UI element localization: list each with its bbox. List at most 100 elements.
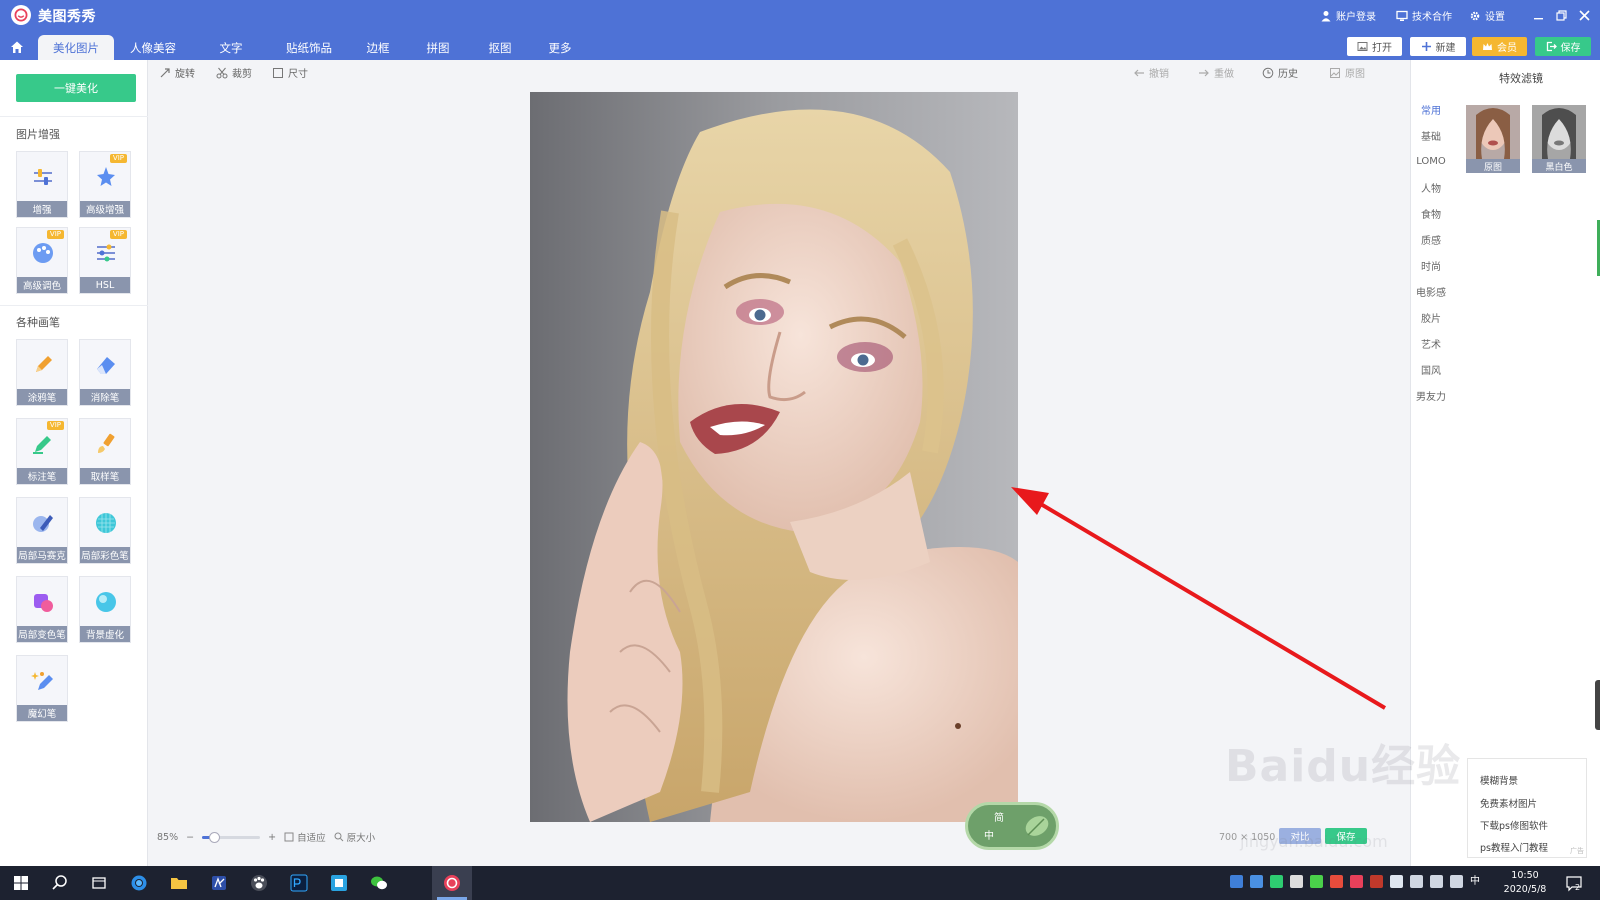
- tool-doodle-pen[interactable]: 涂鸦笔: [16, 339, 68, 406]
- tool-enhance[interactable]: 增强: [16, 151, 68, 218]
- zoom-slider-handle[interactable]: [208, 831, 220, 843]
- save-mini-button[interactable]: 保存: [1325, 828, 1367, 844]
- actual-size-button[interactable]: 原大小: [334, 830, 375, 844]
- size-label: 尺寸: [288, 69, 308, 80]
- tray-icon[interactable]: [1350, 875, 1363, 888]
- tray-shield-icon[interactable]: [1250, 875, 1263, 888]
- tray-icon[interactable]: [1370, 875, 1383, 888]
- ad-item[interactable]: 模糊背景: [1480, 773, 1518, 787]
- zoom-in-button[interactable]: +: [268, 832, 276, 843]
- search-button[interactable]: [47, 871, 73, 895]
- close-button[interactable]: [1574, 5, 1594, 25]
- settings-link[interactable]: 设置: [1469, 8, 1505, 23]
- taskbar-app-baidu[interactable]: [246, 871, 272, 895]
- crop-button[interactable]: 裁剪: [216, 65, 252, 80]
- task-view-button[interactable]: [86, 871, 112, 895]
- microphone-icon[interactable]: [1290, 875, 1303, 888]
- notification-center-button[interactable]: 2: [1565, 874, 1583, 892]
- zoom-slider[interactable]: [202, 831, 261, 843]
- filter-category-item[interactable]: 胶片: [1411, 304, 1451, 330]
- ad-item[interactable]: ps教程入门教程: [1480, 840, 1548, 854]
- one-click-beautify-button[interactable]: 一键美化: [16, 74, 136, 102]
- open-button[interactable]: 打开: [1347, 37, 1402, 56]
- filter-label: 原图: [1466, 159, 1520, 173]
- pen-icon[interactable]: [1450, 875, 1463, 888]
- filter-category-item[interactable]: 男友力: [1411, 382, 1451, 408]
- compare-button[interactable]: 对比: [1279, 828, 1321, 844]
- filter-category-item[interactable]: 时尚: [1411, 252, 1451, 278]
- tray-icon[interactable]: [1330, 875, 1343, 888]
- minimize-button[interactable]: [1528, 5, 1548, 25]
- size-button[interactable]: 尺寸: [272, 65, 308, 80]
- tray-icon[interactable]: [1230, 875, 1243, 888]
- wechat-tray-icon[interactable]: [1310, 875, 1323, 888]
- restore-button[interactable]: [1551, 5, 1571, 25]
- filter-thumb-bw[interactable]: 黑白色: [1532, 105, 1586, 173]
- tray-icon[interactable]: [1390, 875, 1403, 888]
- tool-eraser-pen[interactable]: 消除笔: [79, 339, 131, 406]
- filter-category-item[interactable]: 艺术: [1411, 330, 1451, 356]
- tool-hsl[interactable]: VIP HSL: [79, 227, 131, 294]
- taskbar-app-6[interactable]: [326, 871, 352, 895]
- vip-button[interactable]: 会员: [1472, 37, 1527, 56]
- tool-local-color-pen[interactable]: 局部彩色笔: [79, 497, 131, 564]
- tab-portrait[interactable]: 人像美容: [115, 35, 191, 60]
- tool-advanced-color[interactable]: VIP 高级调色: [16, 227, 68, 294]
- ad-item[interactable]: 下载ps修图软件: [1480, 818, 1548, 832]
- tab-more[interactable]: 更多: [522, 35, 598, 60]
- ad-item[interactable]: 免费素材图片: [1480, 796, 1537, 810]
- taskbar-app-3[interactable]: [206, 871, 232, 895]
- rotate-button[interactable]: 旋转: [159, 65, 195, 80]
- tab-text[interactable]: 文字: [193, 35, 269, 60]
- volume-icon[interactable]: [1430, 875, 1443, 888]
- system-tray: 中: [1230, 875, 1480, 888]
- history-button[interactable]: 历史: [1262, 65, 1298, 80]
- taskbar-app-wechat[interactable]: [366, 871, 392, 895]
- original-button[interactable]: 原图: [1329, 65, 1365, 80]
- taskbar-app-browser[interactable]: [126, 871, 152, 895]
- tool-advanced-enhance[interactable]: VIP 高级增强: [79, 151, 131, 218]
- redo-button[interactable]: 重做: [1198, 65, 1234, 80]
- network-icon[interactable]: [1410, 875, 1423, 888]
- filter-thumb-original[interactable]: 原图: [1466, 105, 1520, 173]
- filter-category-item[interactable]: 质感: [1411, 226, 1451, 252]
- filter-category-item[interactable]: 国风: [1411, 356, 1451, 382]
- filter-category-item[interactable]: 基础: [1411, 122, 1451, 148]
- tab-beautify[interactable]: 美化图片: [38, 35, 114, 60]
- ime-indicator[interactable]: 中: [1470, 875, 1480, 888]
- taskbar-app-photoshop[interactable]: [286, 871, 312, 895]
- taskbar-app-meitu[interactable]: [439, 871, 465, 895]
- new-button[interactable]: 新建: [1410, 37, 1466, 56]
- start-button[interactable]: [8, 871, 34, 895]
- tool-recolor-pen[interactable]: 局部变色笔: [16, 576, 68, 643]
- panel-collapse-handle[interactable]: [1595, 680, 1600, 730]
- filter-category-item[interactable]: 电影感: [1411, 278, 1451, 304]
- filter-category-item[interactable]: 食物: [1411, 200, 1451, 226]
- redo-icon: [1199, 69, 1209, 76]
- tool-sample-pen[interactable]: 取样笔: [79, 418, 131, 485]
- tray-icon[interactable]: [1270, 875, 1283, 888]
- tech-partner-link[interactable]: 技术合作: [1396, 8, 1452, 23]
- edited-photo[interactable]: [530, 92, 1018, 822]
- floating-ime-widget[interactable]: 简 中: [965, 802, 1059, 850]
- fit-button[interactable]: 自适应: [284, 830, 326, 844]
- taskbar-app-explorer[interactable]: [166, 871, 192, 895]
- close-icon: [1578, 9, 1590, 21]
- tool-magic-pen[interactable]: 魔幻笔: [16, 655, 68, 722]
- filter-category-item[interactable]: 常用: [1411, 96, 1451, 122]
- home-button[interactable]: [6, 36, 28, 58]
- minimize-icon: [1533, 17, 1543, 19]
- filter-category-item[interactable]: 人物: [1411, 174, 1451, 200]
- undo-button[interactable]: 撤销: [1133, 65, 1169, 80]
- palette-icon: [33, 243, 53, 263]
- system-clock[interactable]: 10:50 2020/5/8: [1497, 869, 1553, 897]
- zoom-out-button[interactable]: −: [186, 832, 194, 843]
- sliders-icon: [34, 169, 52, 185]
- tool-marker-pen[interactable]: VIP 标注笔: [16, 418, 68, 485]
- tool-background-blur[interactable]: 背景虚化: [79, 576, 131, 643]
- tool-mosaic-pen[interactable]: 局部马赛克: [16, 497, 68, 564]
- tab-stickers[interactable]: 贴纸饰品: [271, 35, 347, 60]
- save-button[interactable]: 保存: [1535, 37, 1591, 56]
- account-login-link[interactable]: 账户登录: [1320, 8, 1376, 23]
- filter-category-item[interactable]: LOMO: [1411, 148, 1451, 174]
